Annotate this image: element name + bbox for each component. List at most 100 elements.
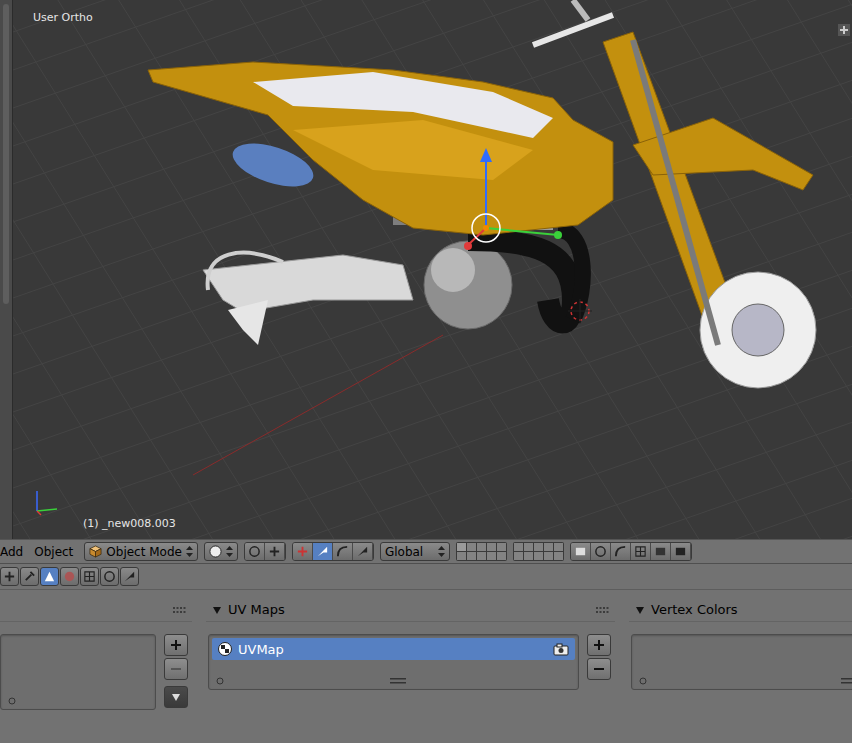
snap-magnet-icon — [614, 545, 627, 558]
layer-cell[interactable] — [554, 543, 563, 551]
manipulator-toggle[interactable] — [293, 543, 313, 560]
remove-button[interactable] — [587, 658, 611, 680]
vertex-colors-panel: Vertex Colors — [629, 598, 852, 743]
vertex-groups-panel — [0, 598, 192, 743]
tool-shelf-strip[interactable] — [0, 0, 13, 539]
physics-icon — [123, 570, 136, 583]
layer-cell[interactable] — [524, 552, 533, 560]
layer-cell[interactable] — [487, 552, 496, 560]
list-resize-icon[interactable] — [390, 678, 406, 684]
uv-maps-list[interactable]: UVMap — [208, 634, 579, 690]
texture-icon — [83, 570, 96, 583]
specials-button[interactable] — [164, 686, 188, 708]
layer-cell[interactable] — [467, 543, 476, 551]
layer-cell[interactable] — [477, 552, 486, 560]
layer-cell[interactable] — [534, 552, 543, 560]
layer-cell[interactable] — [497, 543, 506, 551]
remove-button[interactable] — [164, 658, 188, 680]
mesh-data-icon — [43, 570, 56, 583]
layers-b[interactable] — [513, 542, 564, 561]
physics-tab[interactable] — [120, 567, 139, 586]
vertex-groups-list[interactable] — [0, 634, 156, 710]
list-buttons — [164, 634, 188, 710]
shading-dropdown[interactable] — [204, 542, 238, 561]
layer-cell[interactable] — [554, 552, 563, 560]
texture-tab[interactable] — [80, 567, 99, 586]
snap-group[interactable] — [570, 542, 692, 561]
active-render-camera-icon[interactable] — [553, 642, 569, 656]
list-footer — [635, 675, 852, 689]
lock-button[interactable] — [571, 543, 591, 560]
layer-cell[interactable] — [467, 552, 476, 560]
up-down-arrows-icon — [438, 546, 445, 557]
material-tab[interactable] — [60, 567, 79, 586]
layer-cell[interactable] — [457, 543, 466, 551]
rotate-button[interactable] — [333, 543, 353, 560]
scene-drawing — [13, 0, 852, 539]
header-menu[interactable]: Object — [34, 545, 78, 559]
translate-button[interactable] — [313, 543, 333, 560]
modifiers-tab[interactable] — [20, 567, 39, 586]
proportional-button[interactable] — [591, 543, 611, 560]
panel-header[interactable]: Vertex Colors — [629, 598, 852, 622]
add-button[interactable] — [587, 634, 611, 656]
snap-element-icon — [634, 545, 647, 558]
layer-cell[interactable] — [457, 552, 466, 560]
pivot-only-button[interactable] — [265, 543, 285, 560]
add-button[interactable] — [164, 634, 188, 656]
layer-cell[interactable] — [497, 552, 506, 560]
view-label: User Ortho — [33, 11, 93, 24]
drag-grip-icon[interactable] — [172, 606, 186, 614]
collapse-triangle-icon[interactable] — [635, 605, 645, 615]
layer-cell[interactable] — [514, 543, 523, 551]
list-filter-icon[interactable] — [639, 677, 647, 685]
viewport-canvas[interactable]: User Ortho(1) _new008.003 — [13, 0, 852, 539]
pivot-group[interactable] — [244, 542, 286, 561]
manipulator-group[interactable] — [292, 542, 374, 561]
panel-body: UVMap — [206, 622, 615, 690]
drag-grip-icon[interactable] — [595, 606, 609, 614]
header-menu[interactable]: Add — [0, 545, 28, 559]
orientation-dropdown[interactable]: Global — [380, 542, 450, 561]
pivot-button[interactable] — [245, 543, 265, 560]
layer-cell[interactable] — [514, 552, 523, 560]
mode-dropdown[interactable]: Object Mode — [84, 542, 198, 561]
properties-header — [0, 564, 852, 590]
list-filter-icon[interactable] — [8, 697, 16, 705]
particles-icon — [103, 570, 116, 583]
layer-cell[interactable] — [487, 543, 496, 551]
layer-cell[interactable] — [524, 543, 533, 551]
list-resize-icon[interactable] — [841, 678, 852, 684]
layers-a[interactable] — [456, 542, 507, 561]
layer-cell[interactable] — [534, 543, 543, 551]
wrench-icon — [23, 570, 36, 583]
snap-button[interactable] — [611, 543, 631, 560]
collapse-triangle-icon[interactable] — [212, 605, 222, 615]
render-button[interactable] — [651, 543, 671, 560]
panel-header[interactable]: UV Maps — [206, 598, 615, 622]
render-anim-button[interactable] — [671, 543, 691, 560]
tool-shelf-handle[interactable] — [3, 4, 9, 304]
motorbike-model[interactable] — [148, 0, 816, 475]
translate-arrow-icon — [316, 545, 329, 558]
snap-element-button[interactable] — [631, 543, 651, 560]
up-down-arrows-icon — [226, 546, 233, 557]
floor-grid — [13, 0, 852, 539]
uv-map-row[interactable]: UVMap — [212, 638, 575, 660]
data-tab[interactable] — [40, 567, 59, 586]
layer-cell[interactable] — [544, 543, 553, 551]
list-filter-icon[interactable] — [216, 677, 224, 685]
axis-gizmo-icon — [29, 481, 75, 521]
constraints-tab[interactable] — [0, 567, 19, 586]
uv-maps-panel: UV Maps UVMap — [206, 598, 615, 743]
properties-toggle-icon[interactable] — [838, 24, 850, 36]
layer-cell[interactable] — [544, 552, 553, 560]
particles-tab[interactable] — [100, 567, 119, 586]
vertex-colors-list[interactable] — [631, 634, 852, 690]
blender-window: User Ortho(1) _new008.003 Add Object Object… — [0, 0, 852, 743]
list-footer — [4, 695, 152, 709]
uv-checker-icon — [218, 642, 232, 656]
chain-icon — [3, 570, 16, 583]
scale-button[interactable] — [353, 543, 373, 560]
layer-cell[interactable] — [477, 543, 486, 551]
